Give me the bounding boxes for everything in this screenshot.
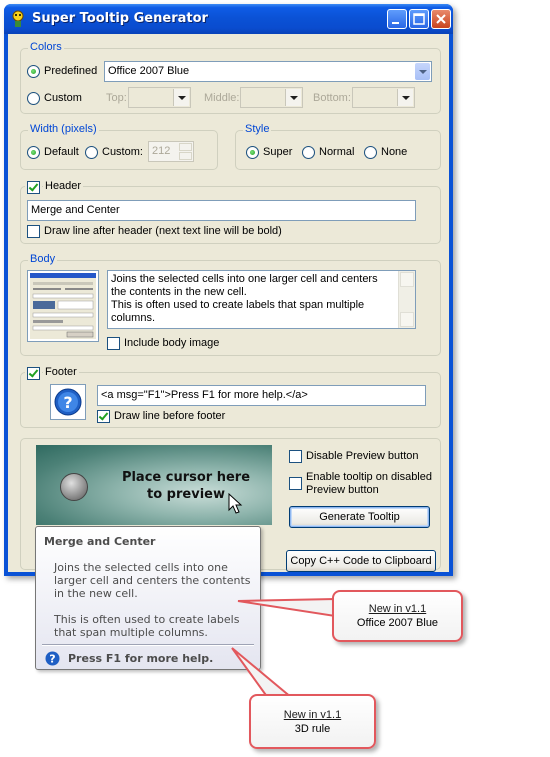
- callout-pointers: [231, 597, 336, 699]
- callout-text: Office 2007 Blue: [356, 617, 439, 629]
- callout-3d-rule: New in v1.1 3D rule: [249, 694, 376, 749]
- callout-text: 3D rule: [294, 723, 331, 735]
- callout-new-label: New in v1.1: [368, 603, 427, 615]
- callout-office2007: New in v1.1 Office 2007 Blue: [332, 590, 463, 642]
- callout-pointer-1: [237, 597, 336, 618]
- callout-pointer-2: [231, 647, 295, 699]
- callout-new-label: New in v1.1: [283, 709, 342, 721]
